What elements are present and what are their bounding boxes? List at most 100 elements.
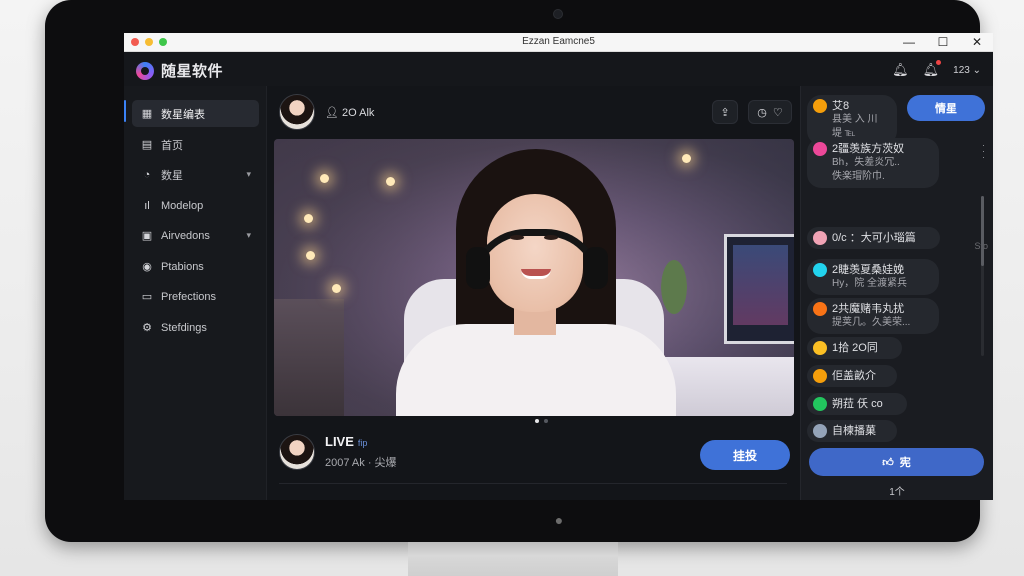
chat-lines: 2疆羡族方茨奴 Bh，失差炎冗.. 佚楽瑁阶巾. [832, 142, 904, 184]
carousel-dots[interactable] [535, 419, 548, 423]
chat-lines: 朔菈 仸 co [832, 397, 883, 411]
streamer-meta: LIVE fip 2007 Ak · 尖爆 [325, 434, 397, 470]
sidebar: ▦ 数星编表 ▤ 首页 ◔ 数星 ▾ ıl Modelop ▣ Airvedon… [124, 86, 267, 500]
grid-icon: ▤ [141, 139, 153, 151]
notification-icon[interactable]: 🔔︎ [923, 60, 942, 78]
follow-button[interactable]: 挂投 [700, 440, 790, 470]
close-button[interactable]: ✕ [971, 34, 983, 50]
chat-lines: 佢盖畝介 [832, 369, 876, 383]
brand-logo-icon [136, 61, 154, 80]
user-menu[interactable]: 123 ⌄ [953, 65, 981, 76]
chat-message[interactable]: 2睫羡夏桑娃娩 Hy，院 全渡紧兵 [807, 259, 939, 295]
carousel-dot[interactable] [535, 419, 539, 423]
chat-avatar [813, 302, 827, 316]
window-titlebar: Ezzan Eamcne5 — ☐ ✕ [124, 33, 993, 52]
sidebar-item-label: Stefdings [161, 321, 207, 334]
app-window: Ezzan Eamcne5 — ☐ ✕ 随星软件 🔔︎ 🔔︎ 123 ⌄ ▦ 数… [124, 33, 993, 500]
card-icon: ▣ [141, 230, 153, 242]
chat-text: 0/c ：大可小瑙篇 [832, 232, 916, 244]
chat-text: 2疆羡族方茨奴 [832, 143, 905, 155]
sidebar-item-prefections[interactable]: ▭ Prefections [132, 283, 259, 310]
active-indicator [124, 100, 126, 122]
fairy-light [386, 177, 395, 186]
chat-text: 2睫羡夏桑娃娩 [832, 264, 905, 276]
like-button[interactable]: 👍︎ 宪 [809, 448, 984, 476]
sidebar-item-label: Airvedons [161, 229, 210, 242]
chevron-down-icon: ⌄ [972, 64, 981, 76]
chat-text: 2共魔赌韦丸扰 [832, 303, 905, 315]
host-avatar[interactable] [279, 94, 315, 130]
chat-message[interactable]: 自楝播菓 [807, 420, 897, 442]
headphone-cup [466, 247, 490, 289]
maximize-button[interactable]: ☐ [937, 34, 949, 50]
stream-actions: ⇪ ◷ ♡ [712, 100, 792, 124]
sidebar-item-label: Prefections [161, 290, 217, 303]
reactions-button[interactable]: ◷ ♡ [748, 100, 792, 124]
circle-icon: ◔ [143, 168, 151, 181]
monitor-frame: Ezzan Eamcne5 — ☐ ✕ 随星软件 🔔︎ 🔔︎ 123 ⌄ ▦ 数… [45, 0, 993, 542]
chat-avatar [813, 231, 827, 245]
more-icon[interactable]: · · · [982, 141, 985, 162]
chat-text: 艾8 [832, 100, 850, 112]
chat-text: 朔菈 仸 co [832, 398, 883, 410]
chat-avatar [813, 142, 827, 156]
minimize-button[interactable]: — [903, 34, 915, 50]
chat-lines: 自楝播菓 [832, 424, 876, 438]
bell-icon[interactable]: 🔔︎ [892, 62, 909, 78]
image-icon: ▭ [141, 291, 153, 303]
chat-message[interactable]: 2疆羡族方茨奴 Bh，失差炎冗.. 佚楽瑁阶巾. [807, 138, 939, 188]
like-label: 宪 [899, 457, 911, 469]
chat-message[interactable]: 佢盖畝介 [807, 365, 897, 387]
streamer-info: LIVE fip 2007 Ak · 尖爆 [279, 434, 397, 470]
person-icon: 👤︎ [325, 106, 339, 119]
notification-badge [936, 60, 942, 65]
chat-message[interactable]: 0/c ：大可小瑙篇 [807, 227, 940, 249]
clock-icon: ◷ [757, 106, 767, 119]
heart-icon: ♡ [772, 106, 783, 119]
thumbs-up-icon: 👍︎ [882, 456, 894, 469]
chat-scroll-thumb[interactable] [981, 196, 984, 266]
chat-message[interactable]: 2共魔赌韦丸扰 提荚几。久美荣... [807, 298, 939, 334]
video-monitor [724, 234, 794, 344]
share-button[interactable]: ⇪ [712, 100, 738, 124]
sidebar-item-airvedons[interactable]: ▣ Airvedons ▾ [132, 222, 259, 249]
chat-lines: 0/c ：大可小瑙篇 [832, 231, 916, 245]
carousel-dot[interactable] [544, 419, 548, 423]
chat-message[interactable]: 朔菈 仸 co [807, 393, 907, 415]
chat-lines: 2睫羡夏桑娃娩 Hy，院 全渡紧兵 [832, 263, 907, 291]
video-body [396, 324, 676, 416]
headphone-cup [584, 247, 608, 289]
streamer-avatar[interactable] [279, 434, 315, 470]
share-icon: ⇪ [720, 106, 730, 119]
live-video[interactable] [274, 139, 794, 416]
sidebar-item-ptabions[interactable]: ◉ Ptabions [132, 253, 259, 280]
join-button[interactable]: 情星 [907, 95, 985, 121]
badge-icon: ◉ [142, 261, 152, 273]
chat-subtext: 佚楽瑁阶巾. [832, 171, 885, 182]
chat-avatar [813, 341, 827, 355]
sidebar-item-home[interactable]: ▤ 首页 [132, 131, 259, 158]
header-actions: 🔔︎ 🔔︎ 123 ⌄ [892, 60, 981, 78]
sidebar-item-dashboard[interactable]: ▦ 数星编表 [132, 100, 259, 127]
brand[interactable]: 随星软件 [136, 60, 223, 81]
fairy-light [304, 214, 313, 223]
gear-icon: ⚙ [142, 322, 152, 334]
sidebar-item-label: 数星 [161, 169, 183, 182]
chat-lines: 1拾 2O同 [832, 341, 878, 355]
sidebar-item-settings[interactable]: ⚙ Stefdings [132, 314, 259, 341]
sidebar-item-data[interactable]: ◔ 数星 ▾ [132, 161, 259, 188]
sidebar-item-modelop[interactable]: ıl Modelop [132, 192, 259, 219]
chat-subtext: 县美 入 川 堤 ℡ [832, 114, 878, 139]
live-text: LIVE [325, 434, 354, 449]
chat-avatar [813, 397, 827, 411]
chat-subtext: Bh，失差炎冗.. [832, 157, 900, 168]
chat-message[interactable]: 1拾 2O同 [807, 337, 902, 359]
streamer-subtitle[interactable]: 2007 Ak · 尖爆 [325, 454, 397, 470]
chat-text: 1拾 2O同 [832, 342, 878, 354]
window-controls: — ☐ ✕ [903, 34, 983, 50]
sidebar-item-label: Ptabions [161, 260, 204, 273]
fairy-light [682, 154, 691, 163]
stream-main: 👤︎ 2O Alk ⇪ ◷ ♡ LIVE fip 2007 Ak · 尖爆 挂投 [267, 86, 800, 500]
chat-subtext: 提荚几。久美荣... [832, 317, 911, 328]
live-label: LIVE fip [325, 434, 397, 449]
